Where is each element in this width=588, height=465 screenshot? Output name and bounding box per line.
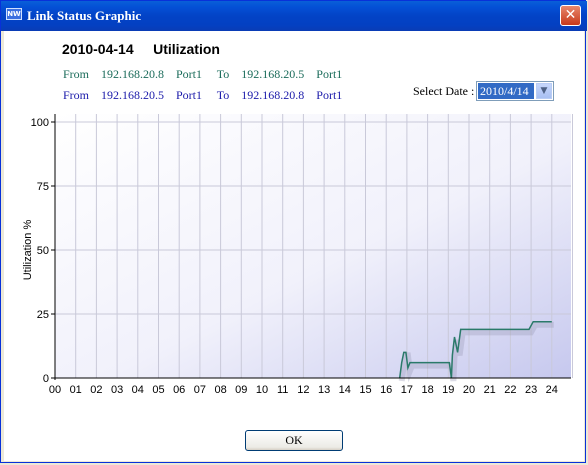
select-date-value: 2010/4/14 — [478, 83, 534, 99]
y-tick-label: 50 — [37, 245, 49, 257]
chevron-down-icon[interactable]: ▼ — [536, 83, 552, 99]
x-tick-label: 21 — [484, 384, 496, 396]
x-tick-label: 00 — [49, 384, 61, 396]
x-tick-label: 02 — [90, 384, 102, 396]
route-line-1: From 192.168.20.8 Port1 To 192.168.20.5 … — [63, 67, 343, 81]
x-tick-label: 19 — [442, 384, 454, 396]
title-bar[interactable]: NW Link Status Graphic ✕ — [1, 1, 587, 31]
select-date-dropdown[interactable]: 2010/4/14 ▼ — [476, 81, 554, 101]
plot-area — [55, 114, 571, 378]
chart-date: 2010-04-14 — [62, 41, 134, 57]
x-tick-label: 13 — [318, 384, 330, 396]
chart-metric: Utilization — [153, 41, 220, 57]
window-title: Link Status Graphic — [27, 8, 142, 23]
x-tick-label: 23 — [525, 384, 537, 396]
x-tick-label: 09 — [235, 384, 247, 396]
y-tick-label: 75 — [37, 181, 49, 193]
x-tick-label: 17 — [401, 384, 413, 396]
x-tick-label: 05 — [152, 384, 164, 396]
chart-heading: 2010-04-14 Utilization — [62, 41, 220, 57]
x-tick-label: 14 — [339, 384, 351, 396]
dialog-content: 2010-04-14 Utilization From 192.168.20.8… — [4, 31, 584, 461]
x-tick-label: 11 — [277, 384, 288, 396]
y-axis-label: Utilization % — [22, 220, 34, 281]
x-tick-label: 15 — [359, 384, 371, 396]
x-tick-label: 04 — [132, 384, 144, 396]
select-date-label: Select Date : — [413, 84, 475, 98]
network-icon: NW — [6, 8, 22, 20]
x-tick-label: 06 — [173, 384, 185, 396]
x-tick-label: 22 — [504, 384, 516, 396]
utilization-chart: 025507510000 01 02 03 04 05 06 07 08 09 10 11 12 13 14… — [22, 114, 573, 396]
x-tick-label: 18 — [421, 384, 433, 396]
x-tick-label: 03 — [111, 384, 123, 396]
x-tick-label: 07 — [194, 384, 206, 396]
x-tick-label: 10 — [256, 384, 268, 396]
ok-button[interactable]: OK — [245, 430, 343, 451]
y-tick-label: 25 — [37, 309, 49, 321]
link-status-window: NW Link Status Graphic ✕ 2010-04-14 Util… — [0, 0, 587, 463]
route-line-2: From 192.168.20.5 Port1 To 192.168.20.8 … — [63, 88, 343, 102]
x-tick-label: 20 — [463, 384, 475, 396]
x-tick-label: 24 — [546, 384, 558, 396]
x-tick-label: 01 — [70, 384, 82, 396]
close-button[interactable]: ✕ — [560, 5, 581, 26]
x-tick-label: 12 — [297, 384, 309, 396]
y-tick-label: 100 — [31, 117, 49, 129]
x-tick-label: 16 — [380, 384, 392, 396]
x-tick-label: 08 — [214, 384, 226, 396]
